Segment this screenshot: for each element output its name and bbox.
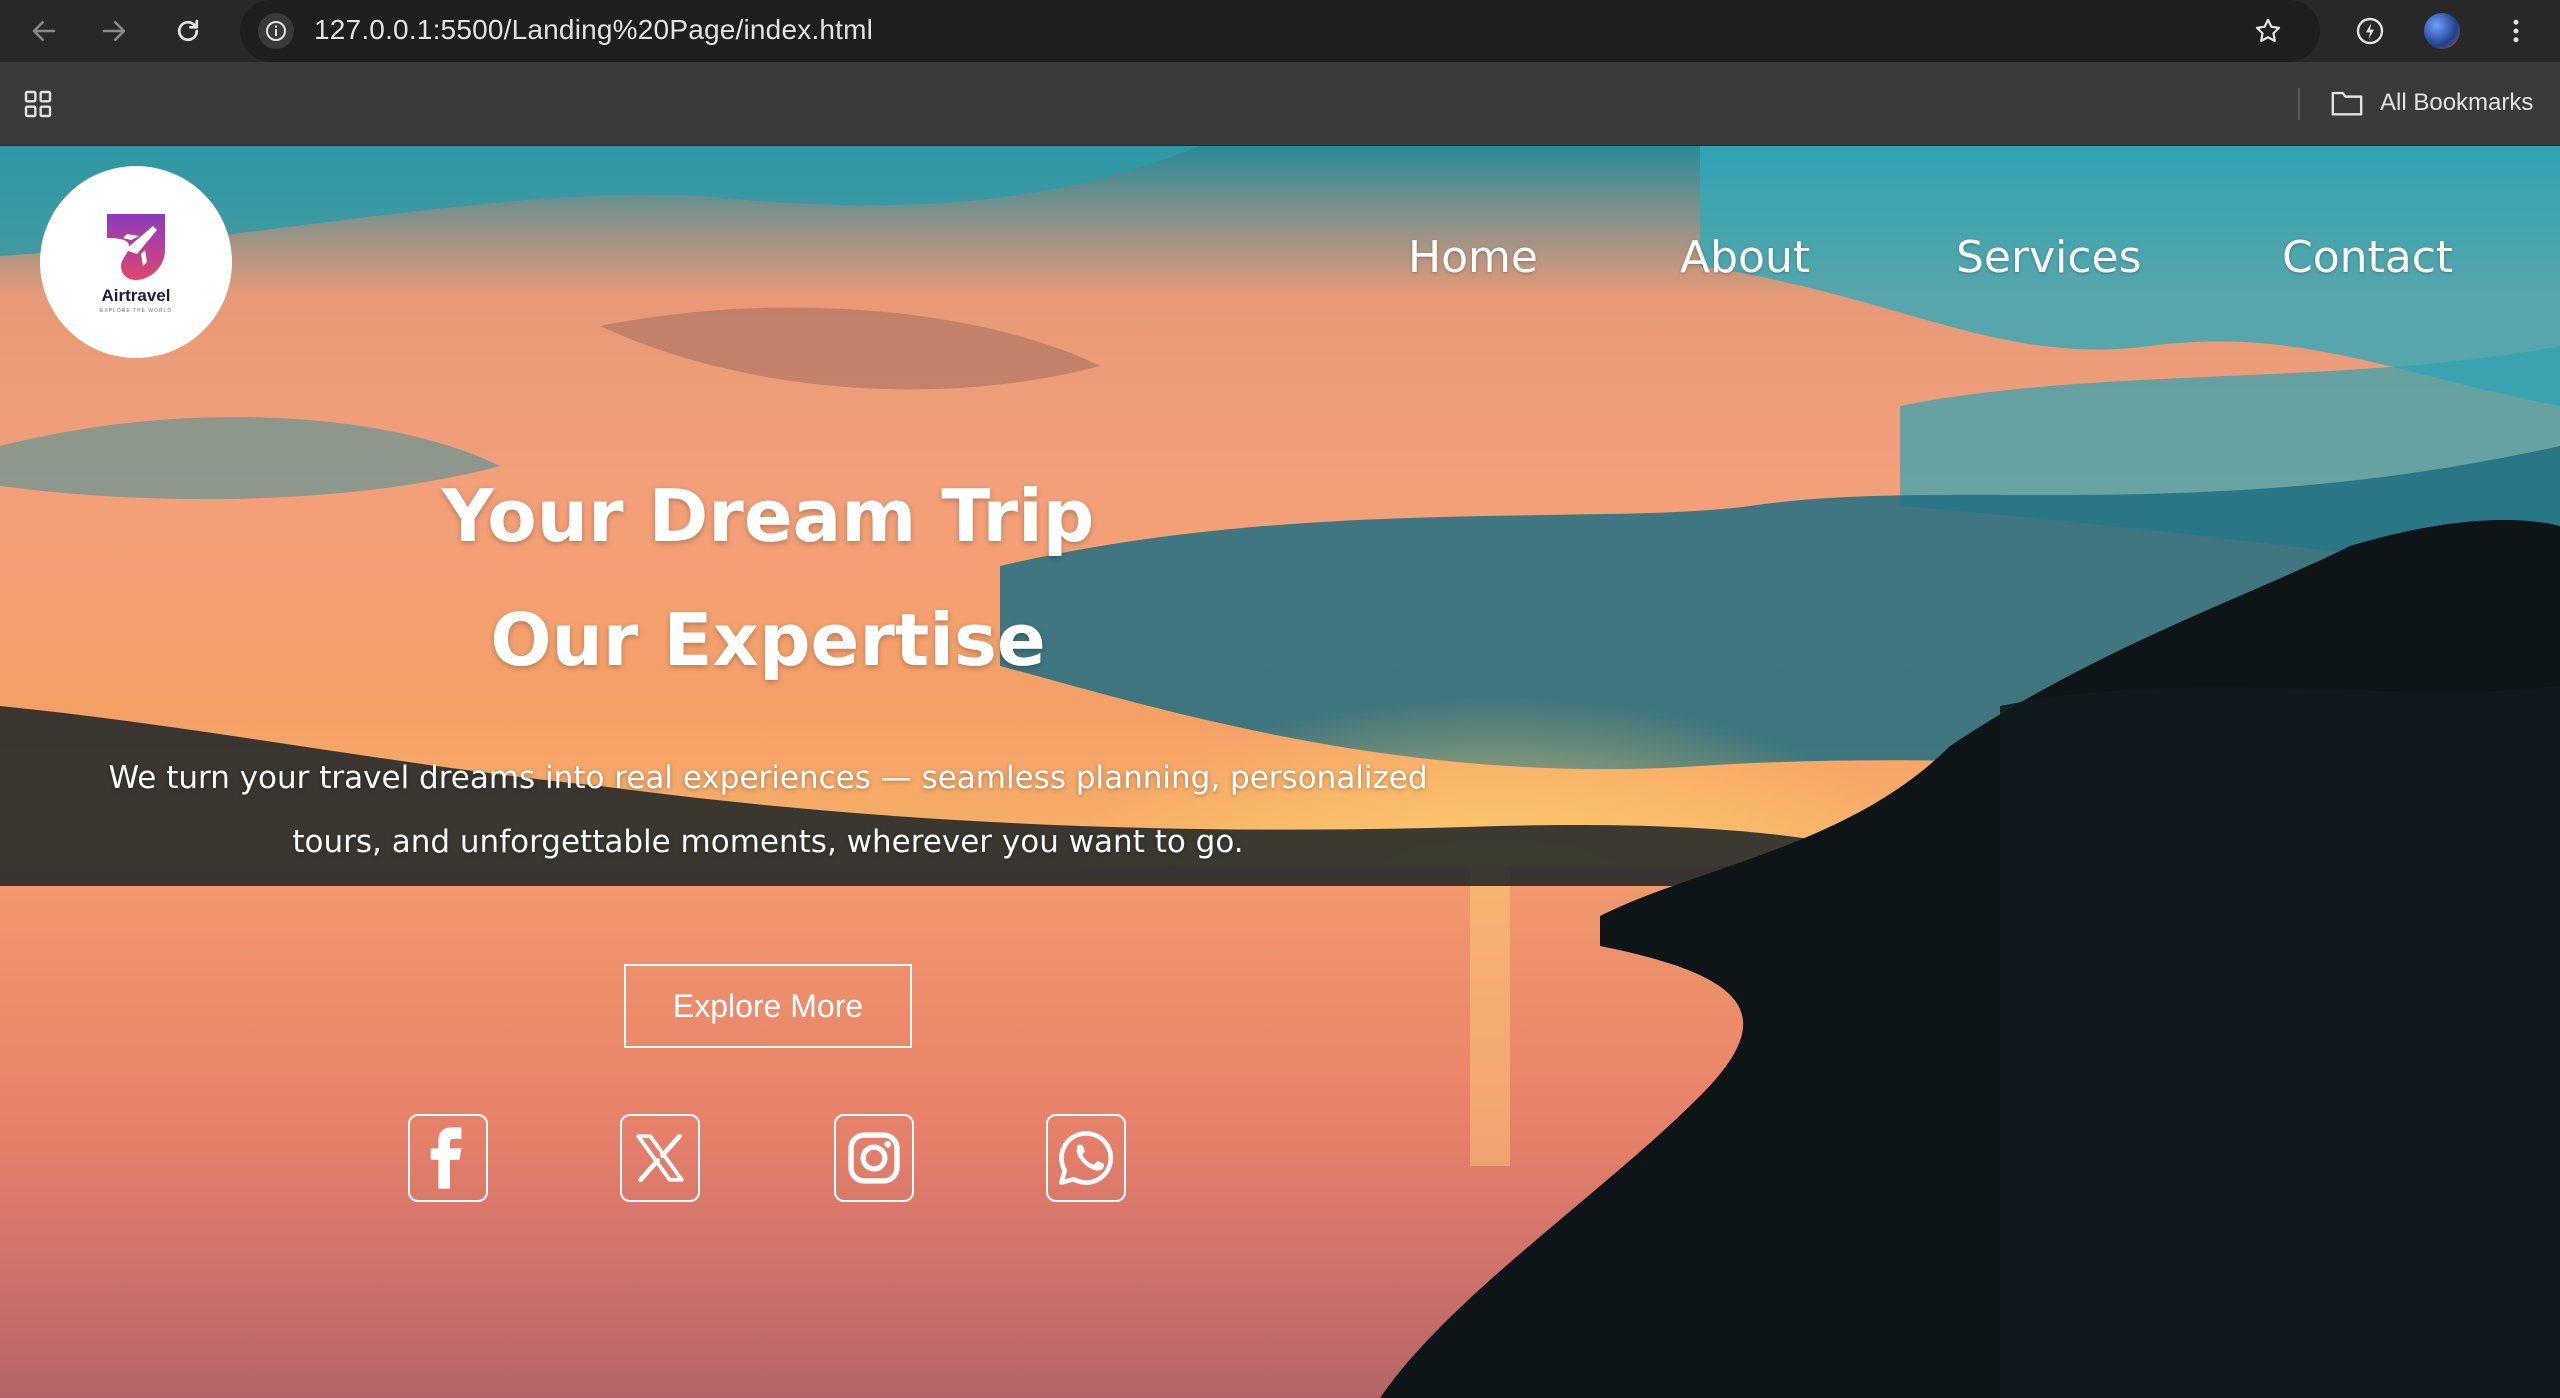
nav-services[interactable]: Services <box>1956 232 2142 283</box>
browser-toolbar: 127.0.0.1:5500/Landing%20Page/index.html <box>0 0 2560 62</box>
reload-button[interactable] <box>170 13 206 49</box>
back-button[interactable] <box>26 13 62 49</box>
url-text: 127.0.0.1:5500/Landing%20Page/index.html <box>314 14 874 45</box>
info-icon <box>266 21 286 41</box>
hero-description: We turn your travel dreams into real exp… <box>108 760 1428 860</box>
star-icon <box>2255 18 2281 42</box>
instagram-link[interactable] <box>834 1114 914 1202</box>
avatar <box>2424 13 2460 49</box>
site-info-button[interactable] <box>258 13 294 49</box>
all-bookmarks-folder[interactable] <box>2330 88 2364 122</box>
address-bar[interactable]: 127.0.0.1:5500/Landing%20Page/index.html <box>240 0 2320 62</box>
x-twitter-icon <box>636 1133 684 1183</box>
all-bookmarks-label[interactable]: All Bookmarks <box>2380 89 2533 117</box>
folder-icon <box>2331 91 2363 116</box>
extension-button[interactable] <box>2352 13 2388 49</box>
hero-title-line2: Our Expertise <box>490 598 1046 682</box>
browser-menu-button[interactable] <box>2498 13 2534 49</box>
brand-tagline: EXPLORE THE WORLD <box>100 308 172 314</box>
facebook-icon <box>430 1127 462 1189</box>
whatsapp-link[interactable] <box>1046 1114 1126 1202</box>
bookmarks-bar: All Bookmarks <box>0 62 2560 146</box>
nav-contact[interactable]: Contact <box>2282 232 2453 283</box>
nav-about[interactable]: About <box>1680 232 1810 283</box>
extension-bolt-icon <box>2356 17 2384 45</box>
landing-page: Airtravel EXPLORE THE WORLD Home About S… <box>0 146 2560 1398</box>
main-nav: Home About Services Contact <box>0 232 2560 288</box>
hero-title-line1: Your Dream Trip <box>441 474 1095 558</box>
apps-grid-icon <box>24 90 52 118</box>
profile-avatar[interactable] <box>2424 13 2460 49</box>
bookmark-star-button[interactable] <box>2250 13 2286 49</box>
arrow-left-icon <box>32 21 56 41</box>
bookmarks-divider <box>2298 88 2300 120</box>
arrow-right-icon <box>102 21 126 41</box>
apps-button[interactable] <box>22 88 54 124</box>
whatsapp-icon <box>1059 1131 1114 1185</box>
brand-name: Airtravel <box>101 286 171 305</box>
nav-home[interactable]: Home <box>1408 232 1538 283</box>
instagram-icon <box>848 1132 900 1184</box>
reload-icon <box>177 19 199 42</box>
explore-more-button[interactable]: Explore More <box>624 964 912 1048</box>
more-vertical-icon <box>2513 19 2519 43</box>
facebook-link[interactable] <box>408 1114 488 1202</box>
x-twitter-link[interactable] <box>620 1114 700 1202</box>
forward-button[interactable] <box>96 13 132 49</box>
